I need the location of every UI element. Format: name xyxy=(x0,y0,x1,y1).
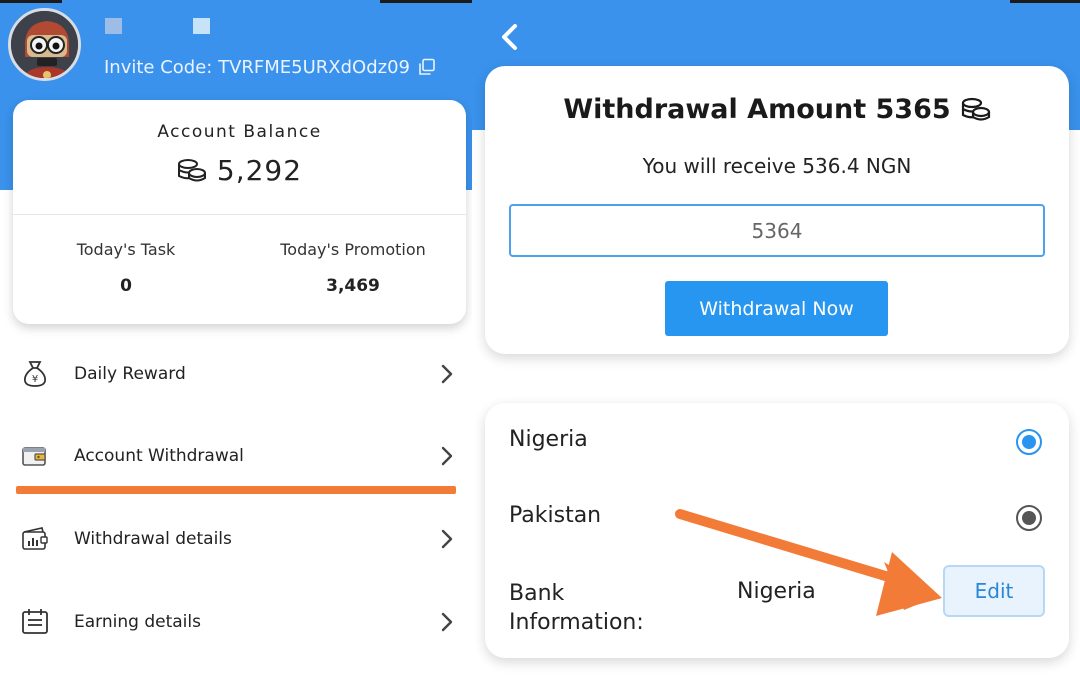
withdrawal-panel: Withdrawal Amount 5365 You will receive … xyxy=(472,0,1080,685)
profile-panel: Invite Code: TVRFME5URXdOdz09 Account Ba… xyxy=(0,0,472,685)
withdrawal-amount-card: Withdrawal Amount 5365 You will receive … xyxy=(485,66,1069,354)
receive-amount-text: You will receive 536.4 NGN xyxy=(642,154,912,178)
country-option-nigeria[interactable]: Nigeria xyxy=(509,421,1049,461)
stat-todays-promotion: Today's Promotion 3,469 xyxy=(240,240,466,296)
back-arrow-icon[interactable] xyxy=(496,22,524,52)
calendar-list-icon xyxy=(22,609,48,634)
country-selection-card: Nigeria Pakistan Bank Information: Niger… xyxy=(485,403,1069,658)
menu-item-label: Daily Reward xyxy=(74,364,186,384)
wallet-icon xyxy=(22,447,46,466)
withdrawal-now-button[interactable]: Withdrawal Now xyxy=(665,281,888,336)
bank-label-line: Information: xyxy=(509,610,644,635)
balance-value: 5,292 xyxy=(216,154,303,187)
menu-item-account-withdrawal[interactable]: Account Withdrawal xyxy=(0,426,472,486)
menu-item-daily-reward[interactable]: ¥ Daily Reward xyxy=(0,344,472,404)
withdrawal-amount-input[interactable] xyxy=(509,204,1045,257)
country-label: Pakistan xyxy=(509,503,602,528)
stat-value: 3,469 xyxy=(326,276,380,296)
menu-item-label: Earning details xyxy=(74,612,201,632)
divider xyxy=(13,214,466,215)
svg-text:¥: ¥ xyxy=(32,374,38,385)
bank-information-value: Nigeria xyxy=(737,579,816,604)
menu-item-withdrawal-details[interactable]: Withdrawal details xyxy=(0,509,472,569)
chevron-right-icon xyxy=(441,446,453,466)
radio-unselected[interactable] xyxy=(1016,505,1042,531)
money-bag-icon: ¥ xyxy=(24,361,46,387)
balance-card: Account Balance 5,292 Today's Task 0 Tod… xyxy=(13,100,466,324)
balance-value-row: 5,292 xyxy=(13,154,466,187)
nickname-placeholder xyxy=(193,18,210,34)
nickname-placeholder xyxy=(105,18,122,34)
coins-icon xyxy=(177,158,206,181)
radio-selected[interactable] xyxy=(1016,429,1042,455)
chevron-right-icon xyxy=(441,529,453,549)
stat-value: 0 xyxy=(120,276,132,296)
invite-code-row[interactable]: Invite Code: TVRFME5URXdOdz09 xyxy=(104,55,436,79)
chevron-right-icon xyxy=(441,612,453,632)
wallet-chart-icon xyxy=(22,527,48,550)
country-option-pakistan[interactable]: Pakistan xyxy=(509,497,1049,537)
stat-label: Today's Task xyxy=(76,240,176,259)
menu-item-label: Account Withdrawal xyxy=(74,446,244,466)
bank-label-line: Bank xyxy=(509,581,565,606)
edit-bank-button[interactable]: Edit xyxy=(943,565,1045,617)
stat-label: Today's Promotion xyxy=(280,240,426,259)
stat-todays-task: Today's Task 0 xyxy=(13,240,239,296)
chevron-right-icon xyxy=(441,364,453,384)
status-bar-strip xyxy=(1010,0,1080,3)
copy-icon[interactable] xyxy=(418,58,436,76)
status-bar-strip xyxy=(380,0,472,3)
menu-item-label: Withdrawal details xyxy=(74,529,232,549)
bank-information-label: Bank Information: xyxy=(509,579,644,637)
invite-code-text: Invite Code: TVRFME5URXdOdz09 xyxy=(104,56,410,78)
withdrawal-amount-text: Withdrawal Amount 5365 xyxy=(563,94,951,125)
status-bar-strip xyxy=(0,0,62,3)
avatar[interactable] xyxy=(8,8,81,81)
country-label: Nigeria xyxy=(509,427,588,452)
menu-item-earning-details[interactable]: Earning details xyxy=(0,592,472,652)
balance-title: Account Balance xyxy=(157,122,322,142)
coins-icon xyxy=(961,97,990,121)
withdrawal-amount-title: Withdrawal Amount 5365 xyxy=(485,94,1069,125)
annotation-underline xyxy=(16,486,456,494)
